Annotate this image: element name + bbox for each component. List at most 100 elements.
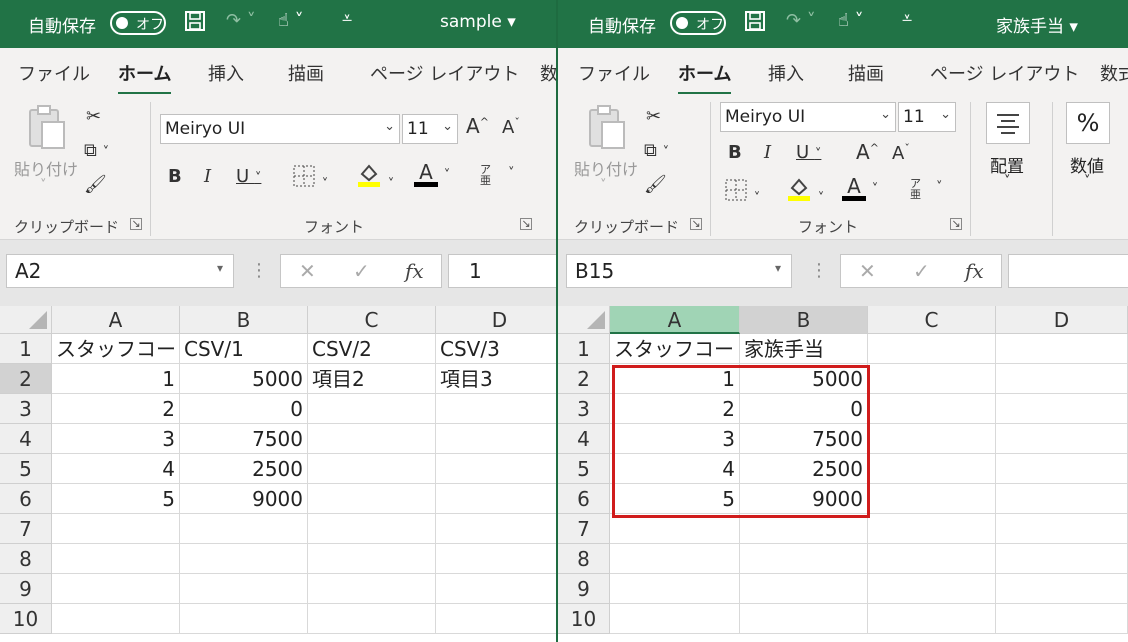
empty-cell[interactable]	[740, 604, 868, 634]
paste-dropdown-icon[interactable]: ˅	[600, 178, 607, 193]
fill-color-icon[interactable]: ˅	[356, 162, 394, 193]
cell-a2[interactable]: 1	[52, 364, 180, 394]
underline-button[interactable]: U ˅	[236, 166, 261, 187]
empty-cell[interactable]	[868, 454, 996, 484]
select-all-corner[interactable]	[558, 306, 610, 334]
row-header[interactable]: 2	[558, 364, 610, 394]
save-icon[interactable]	[184, 10, 206, 37]
name-box[interactable]: A2 ▾	[6, 254, 234, 288]
empty-cell[interactable]	[868, 544, 996, 574]
row-header[interactable]: 5	[558, 454, 610, 484]
font-size-box[interactable]: 11 ⌄	[898, 102, 956, 132]
cell-c5[interactable]	[308, 454, 436, 484]
empty-cell[interactable]	[180, 604, 308, 634]
empty-cell[interactable]	[52, 604, 180, 634]
tab-home[interactable]: ホーム	[678, 60, 732, 95]
empty-cell[interactable]	[740, 574, 868, 604]
alignment-icon[interactable]	[986, 102, 1030, 144]
touch-mode-icon[interactable]: ☝ ˅	[278, 10, 304, 31]
copy-icon[interactable]: ⧉ ˅	[84, 140, 109, 161]
percent-icon[interactable]: %	[1066, 102, 1110, 144]
row-header[interactable]: 6	[558, 484, 610, 514]
touch-mode-icon[interactable]: ☝ ˅	[838, 10, 864, 31]
borders-icon[interactable]: ˅	[724, 178, 760, 207]
tab-draw[interactable]: 描画	[848, 60, 884, 86]
cell-d2[interactable]: 項目3	[436, 364, 556, 394]
bold-button[interactable]: B	[168, 166, 182, 187]
font-size-box[interactable]: 11 ⌄	[402, 114, 458, 144]
cell-c1[interactable]: CSV/2	[308, 334, 436, 364]
empty-cell[interactable]	[308, 514, 436, 544]
font-launcher-icon[interactable]: ↘	[520, 218, 532, 230]
cell-a6[interactable]: 5	[52, 484, 180, 514]
cell-d3[interactable]	[436, 394, 556, 424]
empty-cell[interactable]	[610, 544, 740, 574]
empty-cell[interactable]	[996, 514, 1128, 544]
row-header[interactable]: 10	[0, 604, 52, 634]
empty-cell[interactable]	[868, 514, 996, 544]
empty-cell[interactable]	[610, 604, 740, 634]
phonetic-icon[interactable]: ア亜	[910, 178, 921, 200]
cell-b3[interactable]: 0	[180, 394, 308, 424]
empty-cell[interactable]	[996, 544, 1128, 574]
formula-input[interactable]: 1	[448, 254, 556, 288]
empty-cell[interactable]	[610, 574, 740, 604]
row-header[interactable]: 2	[0, 364, 52, 394]
row-header[interactable]: 7	[558, 514, 610, 544]
empty-cell[interactable]	[436, 514, 556, 544]
tab-file[interactable]: ファイル	[18, 60, 90, 86]
autosave-toggle[interactable]: オフ	[670, 11, 726, 35]
shrink-font-icon[interactable]: Aˇ	[892, 142, 910, 164]
scissors-icon[interactable]: ✂	[646, 106, 661, 127]
column-header-b[interactable]: B	[180, 306, 308, 334]
borders-icon[interactable]: ˅	[292, 164, 328, 193]
scissors-icon[interactable]: ✂	[86, 106, 101, 127]
font-name-box[interactable]: Meiryo UI ⌄	[160, 114, 400, 144]
tab-page-layout[interactable]: ページ レイアウト	[370, 60, 519, 86]
empty-cell[interactable]	[868, 364, 996, 394]
clipboard-launcher-icon[interactable]: ↘	[690, 218, 702, 230]
fx-icon[interactable]: fx	[405, 259, 424, 283]
empty-cell[interactable]	[996, 454, 1128, 484]
cell-d5[interactable]	[436, 454, 556, 484]
italic-button[interactable]: I	[204, 166, 211, 187]
cell-d1[interactable]: CSV/3	[436, 334, 556, 364]
customize-qat-icon[interactable]: ⩡	[342, 8, 352, 29]
cell-c6[interactable]	[308, 484, 436, 514]
cell-b2[interactable]: 5000	[180, 364, 308, 394]
row-header[interactable]: 4	[558, 424, 610, 454]
grow-font-icon[interactable]: A^	[856, 140, 879, 164]
empty-cell[interactable]	[308, 544, 436, 574]
row-header[interactable]: 5	[0, 454, 52, 484]
cell-c3[interactable]	[308, 394, 436, 424]
row-header[interactable]: 9	[558, 574, 610, 604]
row-header[interactable]: 3	[0, 394, 52, 424]
cell-b1[interactable]: CSV/1	[180, 334, 308, 364]
enter-icon[interactable]: ✓	[353, 259, 370, 283]
empty-cell[interactable]	[308, 604, 436, 634]
paste-dropdown-icon[interactable]: ˅	[40, 178, 47, 193]
cell-d4[interactable]	[436, 424, 556, 454]
column-header-a[interactable]: A	[52, 306, 180, 334]
tab-draw[interactable]: 描画	[288, 60, 324, 86]
empty-cell[interactable]	[740, 514, 868, 544]
cell-d6[interactable]	[436, 484, 556, 514]
empty-cell[interactable]	[740, 544, 868, 574]
chevron-down-icon[interactable]: ˅	[1004, 174, 1011, 189]
clipboard-launcher-icon[interactable]: ↘	[130, 218, 142, 230]
chevron-down-icon[interactable]: ˅	[1084, 174, 1091, 189]
cell-c4[interactable]	[308, 424, 436, 454]
customize-qat-icon[interactable]: ⩡	[902, 8, 912, 29]
column-header-d[interactable]: D	[996, 306, 1128, 334]
row-header[interactable]: 8	[0, 544, 52, 574]
empty-cell[interactable]	[180, 514, 308, 544]
empty-cell[interactable]	[868, 484, 996, 514]
row-header[interactable]: 10	[558, 604, 610, 634]
document-title[interactable]: sample ▾	[440, 12, 516, 32]
tab-insert[interactable]: 挿入	[768, 60, 804, 86]
font-color-icon[interactable]: A ˅	[842, 176, 878, 201]
empty-cell[interactable]	[436, 544, 556, 574]
row-header[interactable]: 8	[558, 544, 610, 574]
empty-cell[interactable]	[52, 514, 180, 544]
cell-b6[interactable]: 9000	[180, 484, 308, 514]
